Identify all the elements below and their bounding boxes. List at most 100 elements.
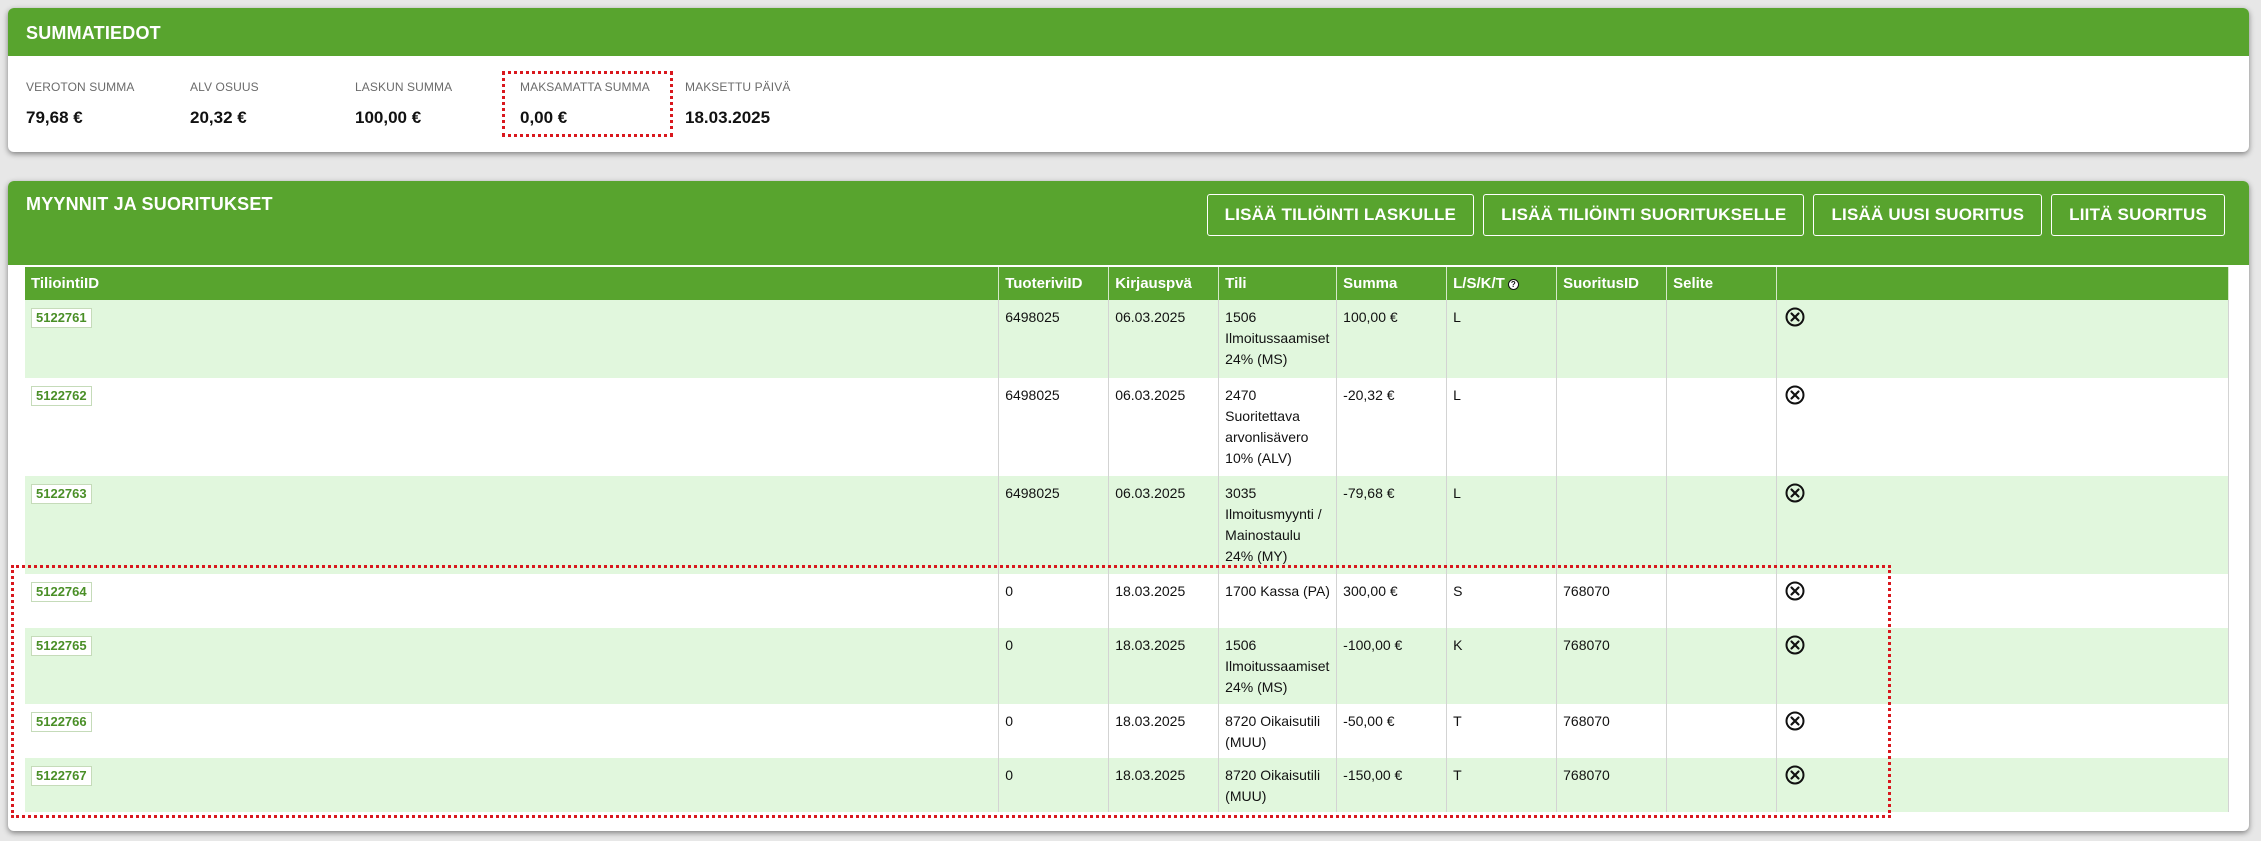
cell-lskt: L [1446,300,1558,378]
col-header-kirjauspva[interactable]: Kirjauspvä [1108,267,1220,300]
table-row: 5122767 0 18.03.2025 8720 Oikaisutili (M… [25,758,2229,812]
entry-id-link[interactable]: 5122767 [31,766,92,786]
cell-tili: 1700 Kassa (PA) [1218,574,1338,628]
table-row: 5122764 0 18.03.2025 1700 Kassa (PA) 300… [25,574,2229,628]
cell-tuoterivi: 6498025 [998,378,1110,476]
cell-tili: 2470 Suoritettava arvonlisävero 10% (ALV… [1218,378,1338,476]
table-row: 5122763 6498025 06.03.2025 3035 Ilmoitus… [25,476,2229,574]
entries-table: TiliointiID TuoteriviID Kirjauspvä Tili … [25,267,2229,812]
cell-tuoterivi: 0 [998,628,1110,704]
summary-header: SUMMATIEDOT [8,8,2249,56]
summary-title: SUMMATIEDOT [26,23,161,43]
cell-id: 5122764 [25,574,1000,628]
cell-id: 5122761 [25,300,1000,378]
cell-actions [1776,704,2229,758]
summary-label: VEROTON SUMMA [26,80,135,94]
cell-tili: 1506 Ilmoitussaamiset 24% (MS) [1218,300,1338,378]
question-circle-icon[interactable]: ? [1507,279,1519,290]
cell-tili: 8720 Oikaisutili (MUU) [1218,758,1338,812]
summary-value: 18.03.2025 [685,108,771,127]
entry-id-link[interactable]: 5122761 [31,308,92,328]
cell-selite [1666,300,1778,378]
add-invoice-entry-button[interactable]: LISÄÄ TILIÖINTI LASKULLE [1206,194,1475,236]
col-header-tili[interactable]: Tili [1218,267,1338,300]
summary-value: 100,00 € [355,108,422,127]
col-header-tiliointiid[interactable]: TiliointiID [25,267,1000,300]
cell-summa: -79,68 € [1336,476,1448,574]
cell-summa: 300,00 € [1336,574,1448,628]
cell-suoritus: 768070 [1556,704,1668,758]
close-circle-icon[interactable] [1785,307,1805,327]
col-header-tuoteriviid[interactable]: TuoteriviID [998,267,1110,300]
col-header-suoritusid[interactable]: SuoritusID [1556,267,1668,300]
cell-suoritus: 768070 [1556,574,1668,628]
add-payment-entry-button[interactable]: LISÄÄ TILIÖINTI SUORITUKSELLE [1483,194,1805,236]
cell-tuoterivi: 0 [998,574,1110,628]
cell-tuoterivi: 0 [998,704,1110,758]
col-header-lskt[interactable]: L/S/K/T? [1446,267,1558,300]
cell-id: 5122766 [25,704,1000,758]
col-header-actions [1776,267,2229,300]
cell-pvm: 18.03.2025 [1108,628,1220,704]
cell-lskt: T [1446,758,1558,812]
cell-summa: -150,00 € [1336,758,1448,812]
cell-pvm: 06.03.2025 [1108,378,1220,476]
cell-actions [1776,628,2229,704]
cell-lskt: L [1446,476,1558,574]
cell-lskt: T [1446,704,1558,758]
entry-id-link[interactable]: 5122765 [31,636,92,656]
close-circle-icon[interactable] [1785,765,1805,785]
add-new-payment-button[interactable]: LISÄÄ UUSI SUORITUS [1813,194,2043,236]
cell-actions [1776,378,2229,476]
close-circle-icon[interactable] [1785,581,1805,601]
cell-summa: -50,00 € [1336,704,1448,758]
cell-pvm: 18.03.2025 [1108,574,1220,628]
col-header-selite[interactable]: Selite [1666,267,1778,300]
entry-id-link[interactable]: 5122766 [31,712,92,732]
summary-panel: SUMMATIEDOT VEROTON SUMMA 79,68 € ALV OS… [8,8,2249,152]
cell-suoritus [1556,378,1668,476]
cell-summa: -20,32 € [1336,378,1448,476]
cell-suoritus [1556,476,1668,574]
entry-id-link[interactable]: 5122763 [31,484,92,504]
sales-toolbar: LISÄÄ TILIÖINTI LASKULLE LISÄÄ TILIÖINTI… [1206,194,2225,236]
sales-title: MYYNNIT JA SUORITUKSET [26,194,273,214]
summary-item-maksamatta: MAKSAMATTA SUMMA 0,00 € [520,80,650,128]
attach-payment-button[interactable]: LIITÄ SUORITUS [2051,194,2225,236]
summary-item-veroton: VEROTON SUMMA 79,68 € [26,80,134,128]
entry-id-link[interactable]: 5122762 [31,386,92,406]
close-circle-icon[interactable] [1785,385,1805,405]
close-circle-icon[interactable] [1785,711,1805,731]
cell-actions [1776,476,2229,574]
cell-pvm: 18.03.2025 [1108,758,1220,812]
cell-summa: -100,00 € [1336,628,1448,704]
table-row: 5122766 0 18.03.2025 8720 Oikaisutili (M… [25,704,2229,758]
cell-tuoterivi: 6498025 [998,476,1110,574]
cell-suoritus [1556,300,1668,378]
cell-tili: 3035 Ilmoitusmyynti / Mainostaulu 24% (M… [1218,476,1338,574]
col-header-summa[interactable]: Summa [1336,267,1448,300]
sales-header: MYYNNIT JA SUORITUKSET LISÄÄ TILIÖINTI L… [8,181,2249,265]
cell-lskt: L [1446,378,1558,476]
cell-id: 5122767 [25,758,1000,812]
entry-id-link[interactable]: 5122764 [31,582,92,602]
summary-label: ALV OSUUS [190,80,259,94]
cell-lskt: S [1446,574,1558,628]
summary-item-laskun: LASKUN SUMMA 100,00 € [355,80,452,128]
cell-id: 5122763 [25,476,1000,574]
cell-selite [1666,476,1778,574]
cell-suoritus: 768070 [1556,758,1668,812]
cell-selite [1666,704,1778,758]
cell-selite [1666,378,1778,476]
cell-lskt: K [1446,628,1558,704]
cell-pvm: 06.03.2025 [1108,476,1220,574]
close-circle-icon[interactable] [1785,635,1805,655]
cell-actions [1776,574,2229,628]
cell-tuoterivi: 0 [998,758,1110,812]
close-circle-icon[interactable] [1785,483,1805,503]
summary-label: LASKUN SUMMA [355,80,453,94]
summary-label: MAKSETTU PÄIVÄ [685,80,791,94]
cell-suoritus: 768070 [1556,628,1668,704]
cell-id: 5122762 [25,378,1000,476]
summary-value: 79,68 € [26,108,83,127]
